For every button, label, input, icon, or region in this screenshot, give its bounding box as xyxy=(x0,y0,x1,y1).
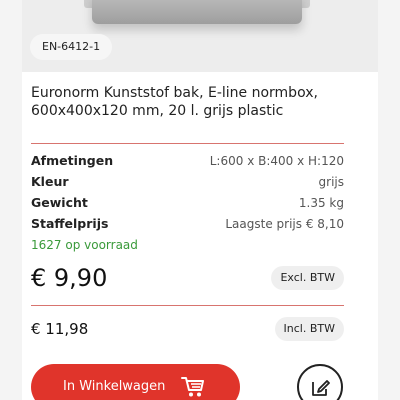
crate-body xyxy=(92,0,302,24)
edit-button[interactable] xyxy=(297,364,343,400)
add-to-cart-button[interactable]: In Winkelwagen xyxy=(31,364,240,400)
spec-row-gewicht: Gewicht 1.35 kg xyxy=(31,193,344,213)
sku-badge: EN-6412-1 xyxy=(30,34,113,60)
product-image[interactable]: EN-6412-1 xyxy=(22,0,378,72)
spec-value: 1.35 kg xyxy=(298,196,344,210)
stock-status: 1627 op voorraad xyxy=(31,238,138,252)
spec-row-afmetingen: Afmetingen L:600 x B:400 x H:120 xyxy=(31,151,344,171)
excl-vat-badge: Excl. BTW xyxy=(271,266,344,290)
incl-vat-badge: Incl. BTW xyxy=(274,317,344,341)
right-margin xyxy=(378,0,400,400)
spec-value: Laagste prijs € 8,10 xyxy=(225,217,344,231)
divider-top xyxy=(31,143,344,144)
divider-price xyxy=(31,305,344,306)
price-incl-vat: € 11,98 xyxy=(31,320,89,338)
spec-label: Afmetingen xyxy=(31,153,114,168)
spec-label: Gewicht xyxy=(31,195,88,210)
product-title-line-1: Euronorm Kunststof bak, E-line normbox, xyxy=(31,85,318,101)
spec-label: Staffelprijs xyxy=(31,216,109,231)
left-margin xyxy=(0,0,22,400)
spec-value: grijs xyxy=(318,175,344,189)
edit-pencil-icon xyxy=(312,380,330,396)
spec-value: L:600 x B:400 x H:120 xyxy=(209,154,344,168)
spec-row-staffelprijs: Staffelprijs Laagste prijs € 8,10 xyxy=(31,214,344,234)
add-to-cart-label: In Winkelwagen xyxy=(63,379,166,394)
spec-label: Kleur xyxy=(31,174,69,189)
product-title: Euronorm Kunststof bak, E-line normbox, … xyxy=(31,84,361,120)
price-excl-vat: € 9,90 xyxy=(31,264,108,292)
spec-row-kleur: Kleur grijs xyxy=(31,172,344,192)
shopping-cart-icon xyxy=(181,377,204,397)
product-card: EN-6412-1 Euronorm Kunststof bak, E-line… xyxy=(22,0,378,400)
product-title-line-2: 600x400x120 mm, 20 l. grijs plastic xyxy=(31,103,284,119)
